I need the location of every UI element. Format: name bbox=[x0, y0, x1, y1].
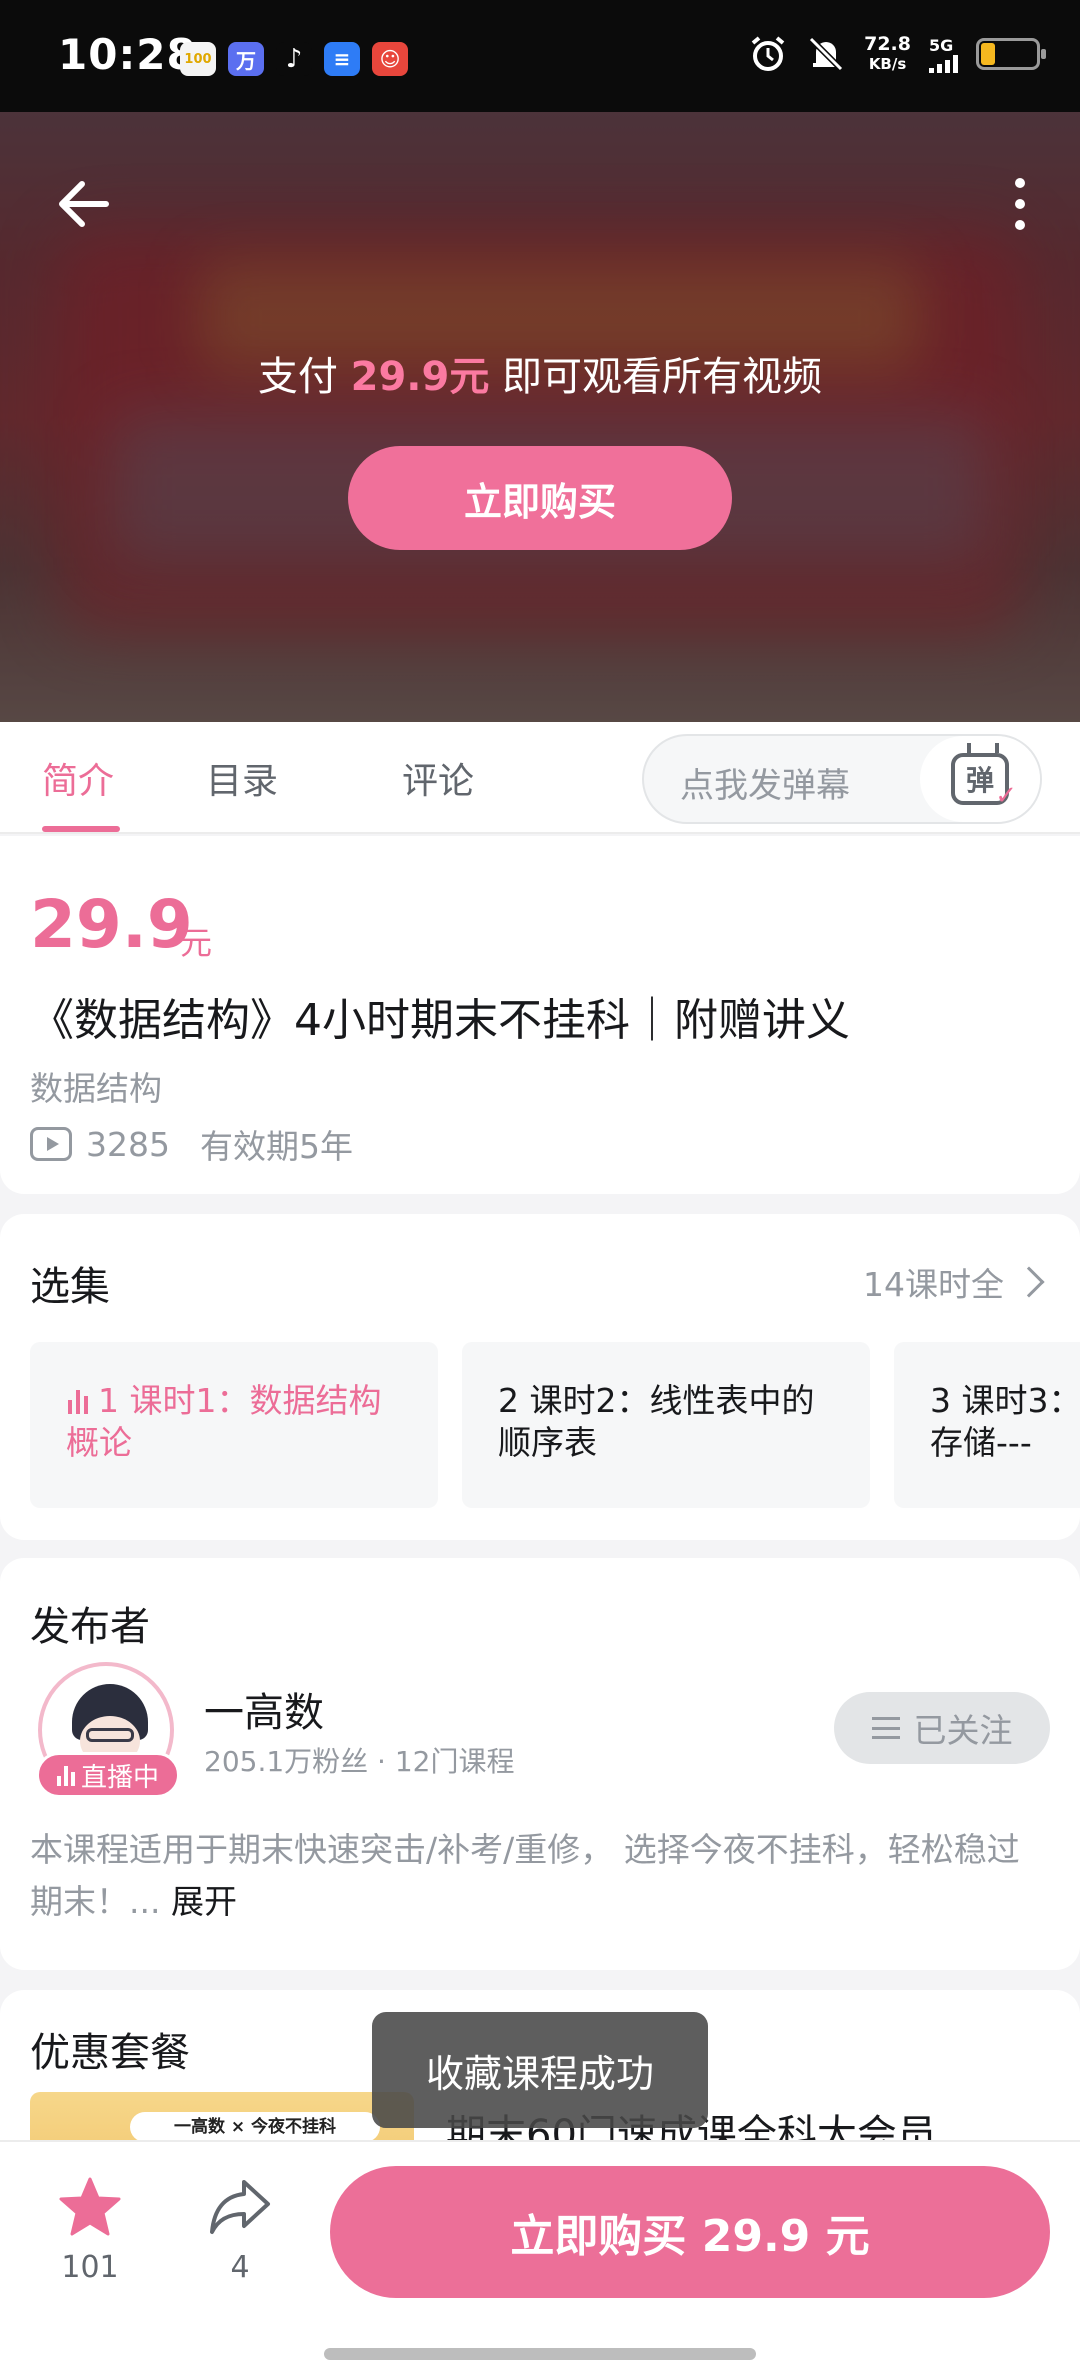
more-icon[interactable] bbox=[1000, 172, 1040, 236]
tab-bar: 简介 目录 评论 点我发弹幕 弹 ✓ bbox=[0, 722, 1080, 834]
episode-item[interactable]: 2 课时2：线性表中的顺序表 bbox=[462, 1342, 870, 1508]
buy-now-button[interactable]: 立即购买 29.9 元 bbox=[330, 2166, 1050, 2298]
pay-prompt: 支付 29.9元 即可观看所有视频 bbox=[257, 354, 823, 400]
hero-buy-button[interactable]: 立即购买 bbox=[348, 446, 732, 550]
home-indicator[interactable] bbox=[324, 2348, 756, 2360]
episodes-count-link[interactable]: 14课时全 bbox=[863, 1258, 1045, 1306]
danmu-placeholder: 点我发弹幕 bbox=[680, 766, 850, 806]
course-meta: 3285 有效期5年 bbox=[30, 1120, 353, 1168]
alarm-icon bbox=[751, 36, 785, 71]
back-arrow-icon[interactable] bbox=[52, 172, 116, 236]
live-badge[interactable]: 直播中 bbox=[36, 1752, 180, 1798]
combo-thumb-label: 一高数 × 今夜不挂科 bbox=[130, 2112, 380, 2142]
course-info-card: 29.9 元 《数据结构》4小时期末不挂科｜附赠讲义 数据结构 3285 有效期… bbox=[0, 836, 1080, 1194]
chevron-right-icon bbox=[1013, 1266, 1045, 1298]
bilibili-mascot-icon: ☺ bbox=[372, 42, 408, 76]
publisher-section-title: 发布者 bbox=[30, 1604, 150, 1650]
publisher-stats: 205.1万粉丝 · 12门课程 bbox=[204, 1745, 515, 1778]
tab-intro[interactable]: 简介 bbox=[42, 752, 114, 804]
100-icon: 100 bbox=[180, 42, 216, 76]
danmu-input[interactable]: 点我发弹幕 弹 ✓ bbox=[642, 734, 1042, 824]
validity: 有效期5年 bbox=[199, 1127, 353, 1166]
mute-bell-icon bbox=[808, 36, 844, 72]
battery-icon bbox=[976, 38, 1046, 70]
episodes-card: 选集 14课时全 1 课时1：数据结构概论 2 课时2：线性表中的顺序表 3 课… bbox=[0, 1214, 1080, 1540]
wan-icon: 万 bbox=[228, 42, 264, 76]
favorite-button[interactable]: 101 bbox=[30, 2176, 150, 2285]
share-button[interactable]: 4 bbox=[180, 2176, 300, 2285]
pay-price: 29.9元 bbox=[350, 354, 490, 400]
signal-icon: 5G bbox=[929, 36, 958, 73]
network-type: 5G bbox=[929, 35, 954, 55]
publisher-name[interactable]: 一高数 bbox=[204, 1680, 324, 1738]
danmu-icon: 弹 ✓ bbox=[951, 753, 1017, 811]
publisher-card: 发布者 直播中 一高数 205.1万粉丝 · 12门课程 已关注 本课程适用于期… bbox=[0, 1558, 1080, 1970]
notification-icons: 100 万 ♪ ≡ ☺ bbox=[180, 42, 408, 76]
live-icon bbox=[56, 1764, 75, 1786]
tab-catalog[interactable]: 目录 bbox=[206, 752, 278, 804]
course-category[interactable]: 数据结构 bbox=[30, 1062, 162, 1110]
danmu-toggle-button[interactable]: 弹 ✓ bbox=[920, 736, 1040, 822]
status-time: 10:28 bbox=[58, 30, 197, 79]
episodes-title: 选集 bbox=[30, 1264, 110, 1310]
favorite-count: 101 bbox=[61, 2250, 119, 2285]
playing-icon bbox=[66, 1388, 92, 1414]
chat-icon: ≡ bbox=[324, 42, 360, 76]
expand-link[interactable]: 展开 bbox=[171, 1882, 237, 1921]
star-icon bbox=[59, 2177, 121, 2236]
publisher-description: 本课程适用于期末快速突击/补考/重修， 选择今夜不挂科，轻松稳过期末！... 展… bbox=[30, 1830, 1020, 1921]
status-right: 72.8 KB/s 5G bbox=[748, 33, 1046, 74]
menu-icon bbox=[871, 1717, 900, 1739]
course-price-unit: 元 bbox=[180, 924, 213, 962]
course-price: 29.9 bbox=[30, 886, 193, 963]
toast-message: 收藏课程成功 bbox=[372, 2012, 708, 2128]
share-count: 4 bbox=[230, 2250, 250, 2285]
course-title: 《数据结构》4小时期末不挂科｜附赠讲义 bbox=[30, 995, 850, 1046]
share-icon bbox=[210, 2180, 270, 2234]
status-bar: 10:28 100 万 ♪ ≡ ☺ 72.8 KB/s 5G bbox=[0, 0, 1080, 112]
bottom-action-bar: 101 4 立即购买 29.9 元 bbox=[0, 2140, 1080, 2376]
net-speed: 72.8 KB/s bbox=[864, 33, 911, 73]
video-player[interactable]: 支付 29.9元 即可观看所有视频 立即购买 bbox=[0, 112, 1080, 722]
tab-comments[interactable]: 评论 bbox=[402, 752, 474, 804]
play-count: 3285 bbox=[86, 1124, 170, 1164]
tiktok-icon: ♪ bbox=[276, 42, 312, 76]
active-tab-indicator bbox=[42, 826, 120, 832]
episode-item[interactable]: 1 课时1：数据结构概论 bbox=[30, 1342, 438, 1508]
episode-item[interactable]: 3 课时3：线性表的链式存储--- bbox=[894, 1342, 1080, 1508]
follow-button[interactable]: 已关注 bbox=[834, 1692, 1050, 1764]
combo-section-title: 优惠套餐 bbox=[30, 2030, 190, 2076]
play-count-icon bbox=[30, 1127, 72, 1161]
